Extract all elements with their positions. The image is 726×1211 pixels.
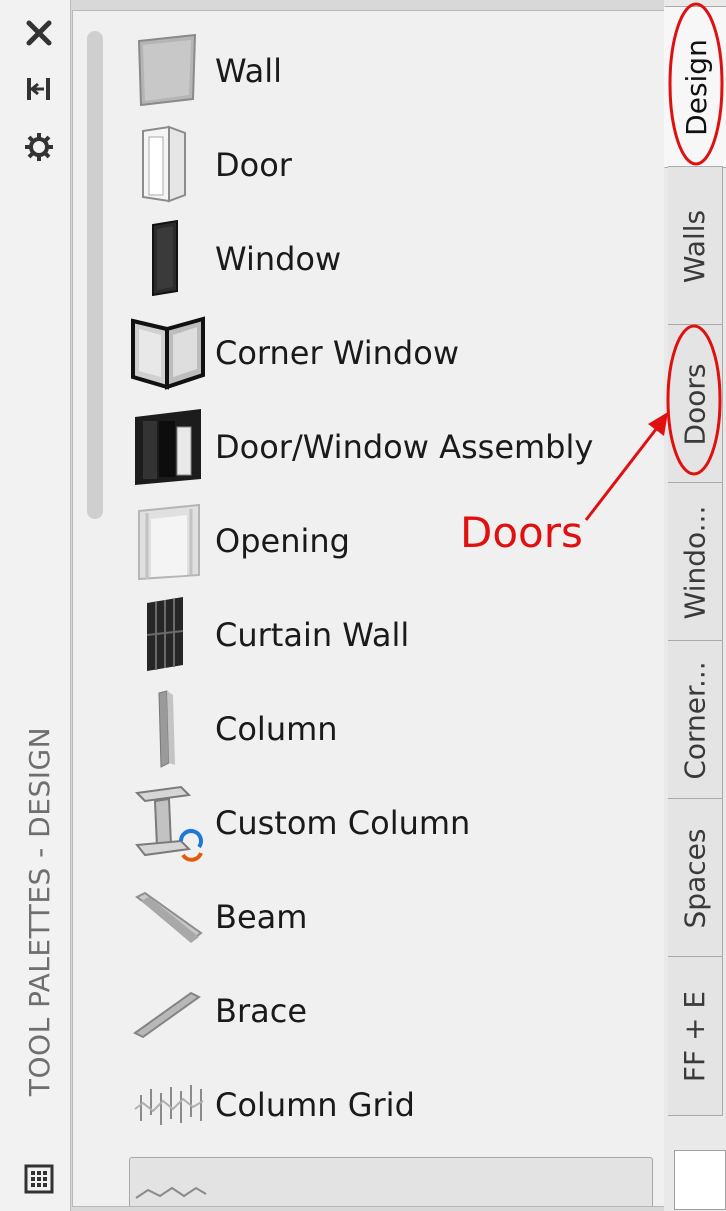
custom-column-icon: [134, 785, 203, 862]
tool-window[interactable]: Window: [129, 217, 649, 301]
tool-label: Column: [215, 710, 338, 748]
palette-title-bar: TOOL PALETTES - DESIGN: [0, 0, 71, 1211]
tool-column-grid[interactable]: Column Grid: [129, 1063, 649, 1147]
gear-icon: [25, 133, 53, 161]
tab-spaces[interactable]: Spaces: [668, 798, 723, 958]
tool-door-window-assembly[interactable]: Door/Window Assembly: [129, 405, 649, 489]
palette-tabs: Design Walls Doors Windo... Corner... Sp…: [664, 0, 726, 1211]
tab-corner[interactable]: Corner...: [668, 640, 723, 800]
column-icon: [158, 690, 175, 768]
door-window-assembly-icon: [135, 409, 201, 485]
auto-hide-button[interactable]: [18, 68, 60, 110]
tab-empty-slot: [674, 1150, 726, 1210]
tab-design[interactable]: Design: [664, 6, 726, 168]
column-grid-icon: [134, 1085, 204, 1125]
tool-label: Beam: [215, 898, 308, 936]
tab-ff-e[interactable]: FF + E: [668, 956, 723, 1116]
corner-window-icon: [131, 316, 205, 390]
tool-door[interactable]: Door: [129, 123, 649, 207]
auto-hide-icon: [27, 78, 50, 100]
tab-walls[interactable]: Walls: [668, 166, 723, 326]
tool-label: Door: [215, 146, 292, 184]
tool-palette-content: Wall Door Window Corner Window Door/Wind…: [72, 10, 665, 1207]
tool-wall[interactable]: Wall: [129, 29, 649, 113]
tool-label: Corner Window: [215, 334, 459, 372]
tool-curtain-wall[interactable]: Curtain Wall: [129, 593, 649, 677]
palette-title: TOOL PALETTES - DESIGN: [23, 726, 57, 1096]
properties-button[interactable]: [18, 126, 60, 168]
tool-label: Window: [215, 240, 342, 278]
opening-icon: [138, 503, 200, 581]
tool-label: Brace: [215, 992, 307, 1030]
scrollbar-thumb[interactable]: [87, 31, 103, 519]
tool-label: Custom Column: [215, 804, 471, 842]
tool-column[interactable]: Column: [129, 687, 649, 771]
palette-menu-button[interactable]: [18, 1158, 60, 1200]
wall-icon: [137, 33, 197, 107]
grid-menu-icon: [24, 1164, 54, 1194]
tool-label: Opening: [215, 522, 350, 560]
tab-doors[interactable]: Doors: [668, 324, 723, 484]
tool-beam[interactable]: Beam: [129, 875, 649, 959]
tool-label: Door/Window Assembly: [215, 428, 594, 466]
tool-corner-window[interactable]: Corner Window: [129, 311, 649, 395]
close-icon: [26, 20, 52, 46]
window-icon: [152, 219, 178, 297]
tool-partially-visible[interactable]: [129, 1157, 653, 1206]
tool-label: Column Grid: [215, 1086, 415, 1124]
door-icon: [142, 125, 186, 203]
tool-label: Wall: [215, 52, 282, 90]
beam-icon: [135, 891, 203, 943]
brace-icon: [133, 991, 201, 1039]
close-button[interactable]: [18, 12, 60, 54]
tab-windows[interactable]: Windo...: [668, 482, 723, 642]
grid-tool-icon: [135, 1186, 207, 1199]
tool-brace[interactable]: Brace: [129, 969, 649, 1053]
tool-custom-column[interactable]: Custom Column: [129, 781, 649, 865]
curtain-wall-icon: [146, 597, 184, 671]
annotation-label: Doors: [460, 508, 583, 557]
tool-label: Curtain Wall: [215, 616, 410, 654]
